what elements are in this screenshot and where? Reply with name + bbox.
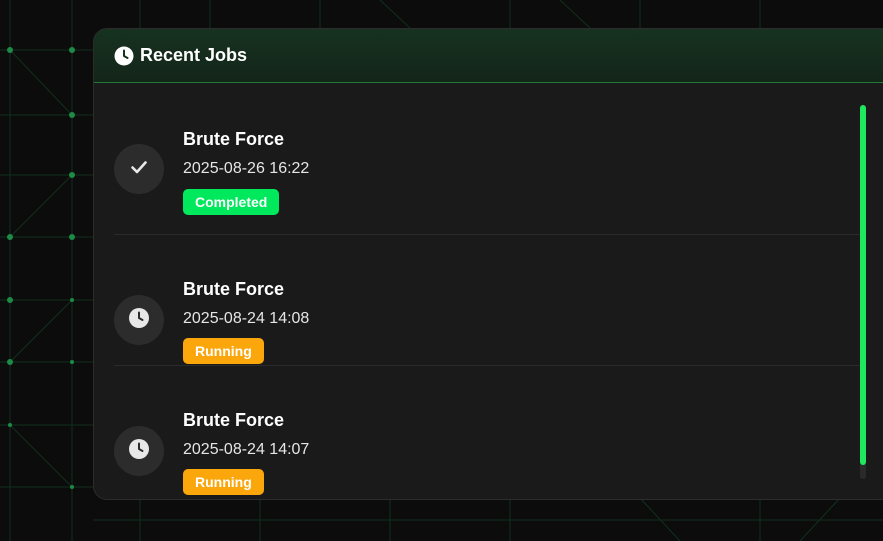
job-item[interactable]: Brute Force 2025-08-26 16:22 Completed — [114, 85, 864, 235]
job-item[interactable]: Brute Force 2025-08-24 14:07 Running — [114, 366, 864, 497]
job-time: 2025-08-24 14:07 — [183, 441, 310, 458]
scrollbar[interactable] — [860, 105, 866, 479]
clock-icon — [114, 46, 134, 66]
status-badge: Completed — [183, 189, 280, 215]
panel-header: Recent Jobs — [94, 29, 883, 83]
job-list: Brute Force 2025-08-26 16:22 Completed B… — [114, 85, 864, 497]
job-time: 2025-08-26 16:22 — [183, 160, 310, 177]
status-badge: Running — [183, 338, 264, 364]
clock-icon — [128, 307, 150, 334]
check-icon — [129, 157, 149, 182]
panel-title: Recent Jobs — [140, 45, 248, 65]
job-status-avatar — [114, 426, 164, 476]
scrollbar-thumb[interactable] — [860, 105, 866, 465]
job-status-avatar — [114, 144, 164, 194]
job-time: 2025-08-24 14:08 — [183, 310, 310, 327]
status-badge: Running — [183, 469, 264, 495]
job-name: Brute Force — [183, 129, 285, 149]
recent-jobs-panel: Recent Jobs Brute Force 2025-08-26 16:22… — [93, 28, 883, 500]
clock-icon — [128, 438, 150, 465]
job-name: Brute Force — [183, 410, 285, 430]
job-name: Brute Force — [183, 279, 285, 299]
job-item[interactable]: Brute Force 2025-08-24 14:08 Running — [114, 235, 864, 366]
job-status-avatar — [114, 295, 164, 345]
